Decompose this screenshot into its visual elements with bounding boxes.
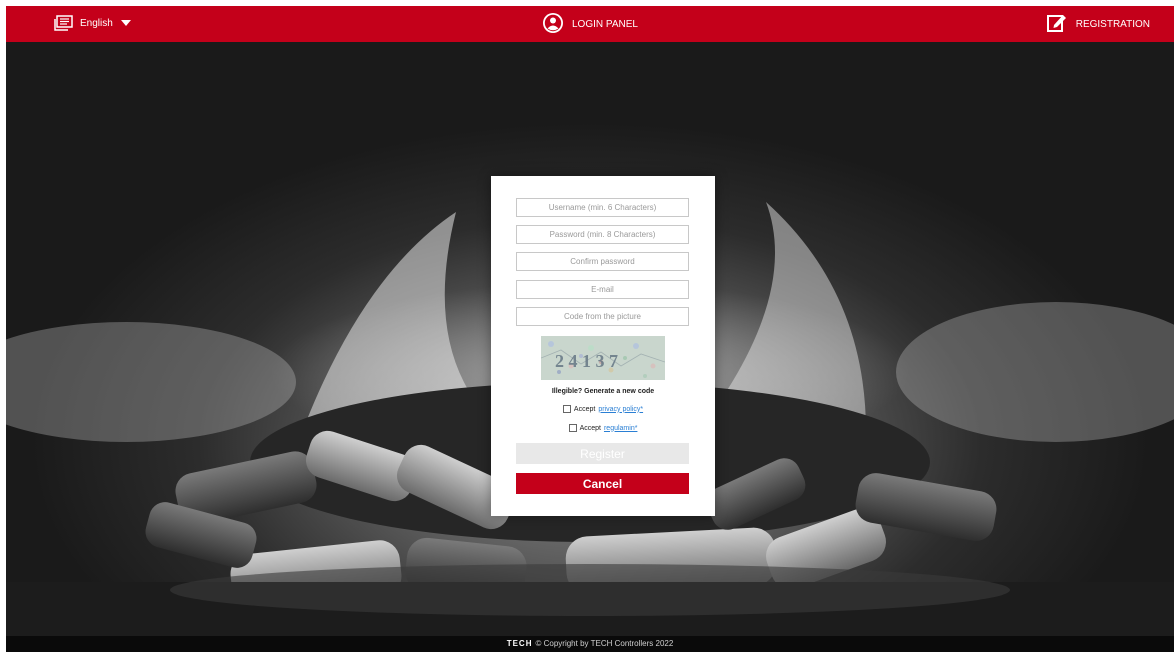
page-frame: English LOGIN PANEL REGISTRATION TECH © … — [6, 6, 1174, 652]
password-input[interactable] — [516, 225, 689, 244]
confirm-password-input[interactable] — [516, 252, 689, 271]
privacy-policy-checkbox[interactable] — [562, 405, 571, 413]
regulamin-checkbox[interactable] — [568, 424, 577, 432]
privacy-policy-row: Accept privacy policy* — [491, 405, 715, 413]
captcha-code-input[interactable] — [516, 307, 689, 326]
footer-logo: TECH — [506, 639, 533, 648]
captcha-image[interactable]: 2 4 1 3 7 — [541, 336, 665, 380]
login-panel-link[interactable]: LOGIN PANEL — [542, 12, 638, 37]
footer-copyright: © Copyright by TECH Controllers 2022 — [535, 639, 674, 648]
edit-square-icon — [1046, 12, 1068, 37]
user-circle-icon — [542, 12, 564, 37]
captcha-text: 2 4 1 3 7 — [555, 351, 618, 371]
language-label: English — [80, 17, 113, 29]
registration-label: REGISTRATION — [1075, 19, 1150, 30]
regulamin-prefix: Accept — [579, 424, 601, 432]
email-input[interactable] — [516, 280, 689, 299]
login-panel-label: LOGIN PANEL — [572, 19, 638, 30]
regulamin-link[interactable]: regulamin* — [604, 425, 637, 432]
privacy-policy-prefix: Accept — [573, 405, 596, 413]
register-button[interactable]: Register — [516, 443, 689, 464]
chevron-down-icon — [120, 20, 131, 26]
footer: TECH © Copyright by TECH Controllers 2022 — [6, 636, 1174, 652]
regulamin-row: Accept regulamin* — [491, 424, 715, 432]
language-icon — [54, 15, 74, 31]
registration-link[interactable]: REGISTRATION — [1046, 12, 1150, 37]
registration-form: 2 4 1 3 7 Illegible? Generate a new code… — [491, 176, 715, 516]
username-input[interactable] — [516, 198, 689, 217]
cancel-button[interactable]: Cancel — [516, 473, 689, 494]
privacy-policy-link[interactable]: privacy policy* — [598, 406, 643, 413]
language-selector[interactable]: English — [54, 15, 131, 31]
regenerate-captcha-link[interactable]: Illegible? Generate a new code — [491, 388, 715, 395]
top-navigation-bar: English LOGIN PANEL REGISTRATION — [6, 6, 1174, 42]
